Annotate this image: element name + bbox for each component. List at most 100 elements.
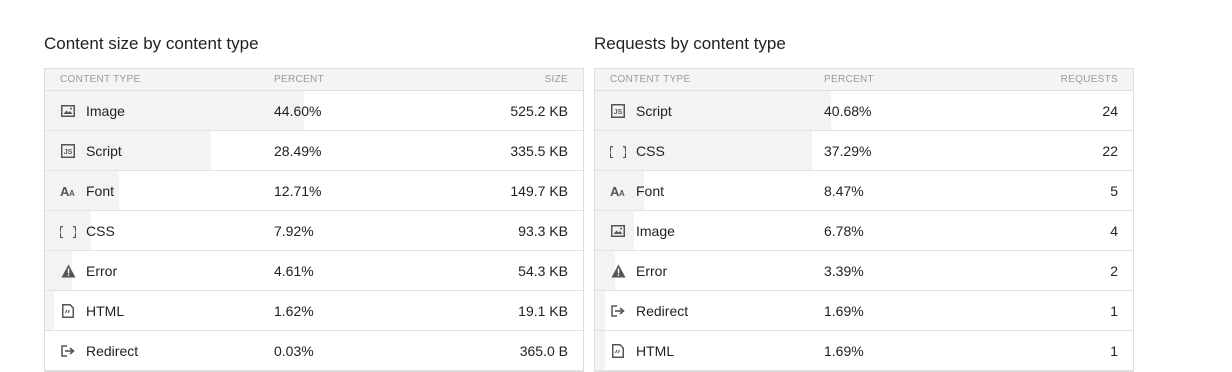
svg-text:A: A [69, 189, 75, 198]
table-header: CONTENT TYPE PERCENT REQUESTS [595, 69, 1133, 91]
font-icon: AA [610, 183, 626, 199]
percent-cell: 0.03% [274, 342, 314, 359]
content-type-cell: Error [595, 263, 809, 279]
percent-cell: 4.61% [274, 262, 314, 279]
content-type-label: Image [636, 222, 675, 239]
value-cell: 22 [1102, 142, 1118, 159]
value-cell: 24 [1102, 102, 1118, 119]
content-type-cell: { } CSS [45, 223, 259, 239]
content-type-label: CSS [636, 142, 665, 159]
value-cell: 4 [1110, 222, 1118, 239]
content-type-label: Redirect [86, 342, 139, 359]
table-row[interactable]: Image 44.60% 525.2 KB [45, 91, 583, 131]
column-header-size[interactable]: SIZE [459, 74, 583, 85]
font-icon: AA [60, 183, 76, 199]
image-icon [60, 103, 76, 119]
content-type-label: Image [86, 102, 125, 119]
value-cell: 5 [1110, 182, 1118, 199]
content-type-label: CSS [86, 222, 115, 239]
content-type-cell: HTML [45, 303, 259, 319]
content-type-cell: HTML [595, 343, 809, 359]
value-cell: 1 [1110, 302, 1118, 319]
content-type-cell: Redirect [595, 303, 809, 319]
css-icon: { } [610, 143, 626, 159]
script-icon: JS [60, 143, 76, 159]
value-cell: 2 [1110, 262, 1118, 279]
svg-text:{ }: { } [610, 145, 626, 158]
value-cell: 365.0 B [519, 342, 568, 359]
content-type-label: Redirect [636, 302, 689, 319]
table-row[interactable]: HTML 1.62% 19.1 KB [45, 291, 583, 331]
percent-cell: 1.69% [824, 302, 864, 319]
percent-cell: 3.39% [824, 262, 864, 279]
requests-panel: Requests by content type CONTENT TYPE PE… [594, 32, 1134, 372]
table-row[interactable]: Redirect 0.03% 365.0 B [45, 331, 583, 371]
error-icon [60, 263, 76, 279]
percent-cell: 1.69% [824, 342, 864, 359]
percent-cell: 7.92% [274, 222, 314, 239]
svg-text:A: A [619, 189, 625, 198]
content-type-cell: Error [45, 263, 259, 279]
percent-cell: 28.49% [274, 142, 322, 159]
percent-cell: 37.29% [824, 142, 872, 159]
table-row[interactable]: Error 4.61% 54.3 KB [45, 251, 583, 291]
table-row[interactable]: HTML 1.69% 1 [595, 331, 1133, 371]
table-row[interactable]: JS Script 28.49% 335.5 KB [45, 131, 583, 171]
content-type-label: Font [636, 182, 665, 199]
content-type-cell: A A Font [45, 183, 259, 199]
content-type-label: Script [636, 102, 672, 119]
column-header-requests[interactable]: REQUESTS [1009, 74, 1133, 85]
redirect-icon [610, 303, 626, 319]
svg-text:{ }: { } [60, 225, 76, 238]
value-cell: 149.7 KB [510, 182, 568, 199]
table-row[interactable]: { } CSS 37.29% 22 [595, 131, 1133, 171]
content-type-label: Font [86, 182, 115, 199]
percent-cell: 12.71% [274, 182, 322, 199]
table-row[interactable]: Error 3.39% 2 [595, 251, 1133, 291]
content-type-cell: Image [595, 223, 809, 239]
value-cell: 19.1 KB [518, 302, 568, 319]
content-type-label: HTML [86, 302, 125, 319]
content-type-label: HTML [636, 342, 675, 359]
content-type-cell: A A Font [595, 183, 809, 199]
percent-cell: 1.62% [274, 302, 314, 319]
table-row[interactable]: A A Font 12.71% 149.7 KB [45, 171, 583, 211]
table-row[interactable]: JS Script 40.68% 24 [595, 91, 1133, 131]
content-type-label: Error [636, 262, 668, 279]
column-header-content-type[interactable]: CONTENT TYPE [595, 74, 809, 85]
content-type-label: Script [86, 142, 122, 159]
value-cell: 335.5 KB [510, 142, 568, 159]
svg-text:JS: JS [64, 149, 73, 156]
content-type-cell: JS Script [595, 103, 809, 119]
value-cell: 93.3 KB [518, 222, 568, 239]
table-row[interactable]: Redirect 1.69% 1 [595, 291, 1133, 331]
percent-cell: 44.60% [274, 102, 322, 119]
panel-title: Content size by content type [44, 34, 259, 53]
percent-cell: 8.47% [824, 182, 864, 199]
content-type-cell: Redirect [45, 343, 259, 359]
content-size-panel: Content size by content type CONTENT TYP… [44, 32, 584, 372]
image-icon [610, 223, 626, 239]
content-type-cell: Image [45, 103, 259, 119]
column-header-content-type[interactable]: CONTENT TYPE [45, 74, 259, 85]
table-row[interactable]: { } CSS 7.92% 93.3 KB [45, 211, 583, 251]
requests-table: CONTENT TYPE PERCENT REQUESTS JS Script 40… [594, 68, 1134, 372]
table-row[interactable]: A A Font 8.47% 5 [595, 171, 1133, 211]
column-header-percent[interactable]: PERCENT [259, 74, 459, 85]
css-icon: { } [60, 223, 76, 239]
html-icon [610, 343, 626, 359]
panel-title: Requests by content type [594, 34, 786, 53]
svg-text:JS: JS [614, 109, 623, 116]
table-row[interactable]: Image 6.78% 4 [595, 211, 1133, 251]
percent-cell: 40.68% [824, 102, 872, 119]
column-header-percent[interactable]: PERCENT [809, 74, 1009, 85]
percent-cell: 6.78% [824, 222, 864, 239]
error-icon [610, 263, 626, 279]
value-cell: 525.2 KB [510, 102, 568, 119]
script-icon: JS [610, 103, 626, 119]
redirect-icon [60, 343, 76, 359]
content-size-table: CONTENT TYPE PERCENT SIZE Image 44.60% 525… [44, 68, 584, 372]
value-cell: 54.3 KB [518, 262, 568, 279]
table-header: CONTENT TYPE PERCENT SIZE [45, 69, 583, 91]
value-cell: 1 [1110, 342, 1118, 359]
